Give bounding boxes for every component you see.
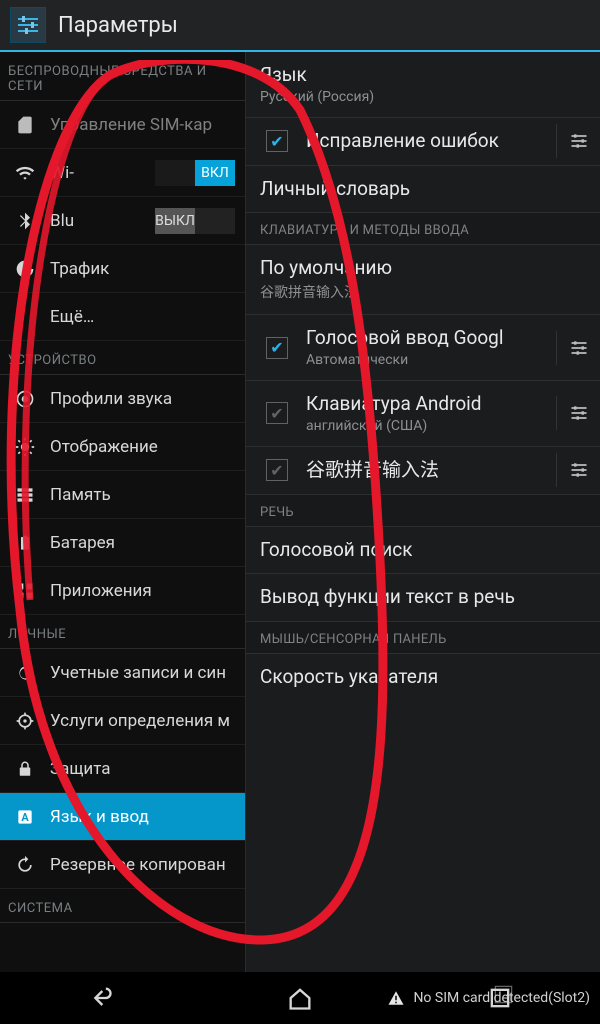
item-language[interactable]: Язык Русский (Россия) (246, 52, 600, 118)
sidebar-item-backup[interactable]: Резервное копирован (0, 841, 245, 889)
sidebar-item-memory[interactable]: Память (0, 471, 245, 519)
category-mouse: МЫШЬ/СЕНСОРНАЯ ПАНЕЛЬ (246, 622, 600, 654)
category-wireless: БЕСПРОВОДНЫЕ СРЕДСТВА И СЕТИ (0, 52, 245, 101)
item-google-voice[interactable]: ✔ Голосовой ввод Googl Автоматически (246, 315, 600, 381)
category-speech: РЕЧЬ (246, 495, 600, 527)
backup-icon (14, 854, 36, 876)
sidebar-item-security[interactable]: Защита (0, 745, 245, 793)
app-titlebar: Параметры (0, 0, 600, 52)
sidebar-item-bluetooth[interactable]: Blu ВЫКЛ (0, 197, 245, 245)
item-dictionary[interactable]: Личный словарь (246, 166, 600, 214)
label: Защита (50, 759, 111, 779)
sidebar-item-display[interactable]: Отображение (0, 423, 245, 471)
language-icon: A (14, 806, 36, 828)
blank-icon (14, 306, 36, 328)
settings-detail-panel: Язык Русский (Россия) ✔ Исправление ошиб… (246, 52, 600, 972)
sidebar-item-sound[interactable]: Профили звука (0, 375, 245, 423)
label: Язык и ввод (50, 807, 149, 827)
label: Учетные записи и син (50, 663, 226, 683)
svg-text:A: A (21, 811, 29, 824)
title: Скорость указателя (260, 666, 438, 689)
label: Трафик (50, 259, 109, 279)
item-tts[interactable]: Вывод функции текст в речь (246, 574, 600, 622)
title: Голосовой ввод Googl (306, 327, 503, 350)
label: Wi- (50, 163, 74, 183)
checkbox-checked-icon[interactable]: ✔ (266, 337, 288, 359)
settings-icon (10, 7, 46, 43)
item-spellcheck[interactable]: ✔ Исправление ошибок (246, 118, 600, 166)
checkbox-checked-disabled-icon: ✔ (266, 459, 288, 481)
label: Профили звука (50, 389, 172, 409)
subtitle: Автоматически (306, 352, 503, 368)
checkbox-checked-disabled-icon: ✔ (266, 402, 288, 424)
warning-icon (387, 989, 405, 1007)
label: Услуги определения м (50, 711, 230, 731)
item-voice-search[interactable]: Голосовой поиск (246, 527, 600, 575)
title: Личный словарь (260, 178, 410, 201)
title: Клавиатура Android (306, 393, 482, 416)
battery-icon (14, 532, 36, 554)
navigation-bar: No SIM card detected(Slot2) (0, 972, 600, 1024)
sim-icon (14, 114, 36, 136)
title: 谷歌拼音输入法 (306, 459, 439, 482)
bluetooth-icon (14, 210, 36, 232)
label: Blu (50, 211, 74, 231)
title: Язык (260, 64, 374, 87)
back-button[interactable] (82, 980, 118, 1016)
sidebar-item-more[interactable]: Ещё… (0, 293, 245, 341)
sidebar-item-language[interactable]: A Язык и ввод (0, 793, 245, 841)
label: Батарея (50, 533, 115, 553)
label: Резервное копирован (50, 855, 226, 875)
sidebar-item-wifi[interactable]: Wi- ВКЛ (0, 149, 245, 197)
sidebar-item-traffic[interactable]: Трафик (0, 245, 245, 293)
sliders-icon[interactable] (556, 453, 590, 487)
display-icon (14, 436, 36, 458)
title: Голосовой поиск (260, 539, 412, 562)
sound-icon (14, 388, 36, 410)
settings-categories-panel: БЕСПРОВОДНЫЕ СРЕДСТВА И СЕТИ Управление … (0, 52, 246, 972)
label: Управление SIM-кар (50, 115, 212, 135)
subtitle: английский (США) (306, 418, 482, 434)
subtitle: Русский (Россия) (260, 89, 374, 105)
sliders-icon[interactable] (556, 331, 590, 365)
subtitle: 谷歌拼音输入法 (260, 282, 392, 302)
label: Ещё… (50, 307, 94, 327)
item-pointer-speed[interactable]: Скорость указателя (246, 654, 600, 701)
sidebar-item-location[interactable]: Услуги определения м (0, 697, 245, 745)
storage-icon (14, 484, 36, 506)
category-keyboard: КЛАВИАТУРА И МЕТОДЫ ВВОДА (246, 213, 600, 245)
label: Приложения (50, 581, 152, 601)
apps-icon (14, 580, 36, 602)
checkbox-checked-icon[interactable]: ✔ (266, 130, 288, 152)
item-default-ime[interactable]: По умолчанию 谷歌拼音输入法 (246, 245, 600, 315)
location-icon (14, 710, 36, 732)
sim-status-text: No SIM card detected(Slot2) (413, 990, 590, 1006)
item-android-keyboard[interactable]: ✔ Клавиатура Android английский (США) (246, 381, 600, 447)
sim-status: No SIM card detected(Slot2) (387, 989, 590, 1007)
bluetooth-toggle[interactable]: ВЫКЛ (155, 208, 235, 234)
sliders-icon[interactable] (556, 124, 590, 158)
wifi-icon (14, 162, 36, 184)
title: Вывод функции текст в речь (260, 586, 515, 609)
sidebar-item-apps[interactable]: Приложения (0, 567, 245, 615)
lock-icon (14, 758, 36, 780)
sidebar-item-accounts[interactable]: Учетные записи и син (0, 649, 245, 697)
sliders-icon[interactable] (556, 396, 590, 430)
item-google-pinyin[interactable]: ✔ 谷歌拼音输入法 (246, 447, 600, 495)
category-system: СИСТЕМА (0, 889, 245, 923)
category-device: УСТРОЙСТВО (0, 341, 245, 375)
wifi-toggle[interactable]: ВКЛ (155, 160, 235, 186)
sidebar-item-battery[interactable]: Батарея (0, 519, 245, 567)
data-usage-icon (14, 258, 36, 280)
label: Отображение (50, 437, 158, 457)
title: Исправление ошибок (306, 130, 499, 153)
label: Память (50, 485, 111, 505)
sidebar-item-sim[interactable]: Управление SIM-кар (0, 101, 245, 149)
home-button[interactable] (282, 980, 318, 1016)
category-personal: ЛИЧНЫЕ (0, 615, 245, 649)
title: По умолчанию (260, 257, 392, 280)
app-title: Параметры (58, 13, 178, 38)
sync-icon (14, 662, 36, 684)
